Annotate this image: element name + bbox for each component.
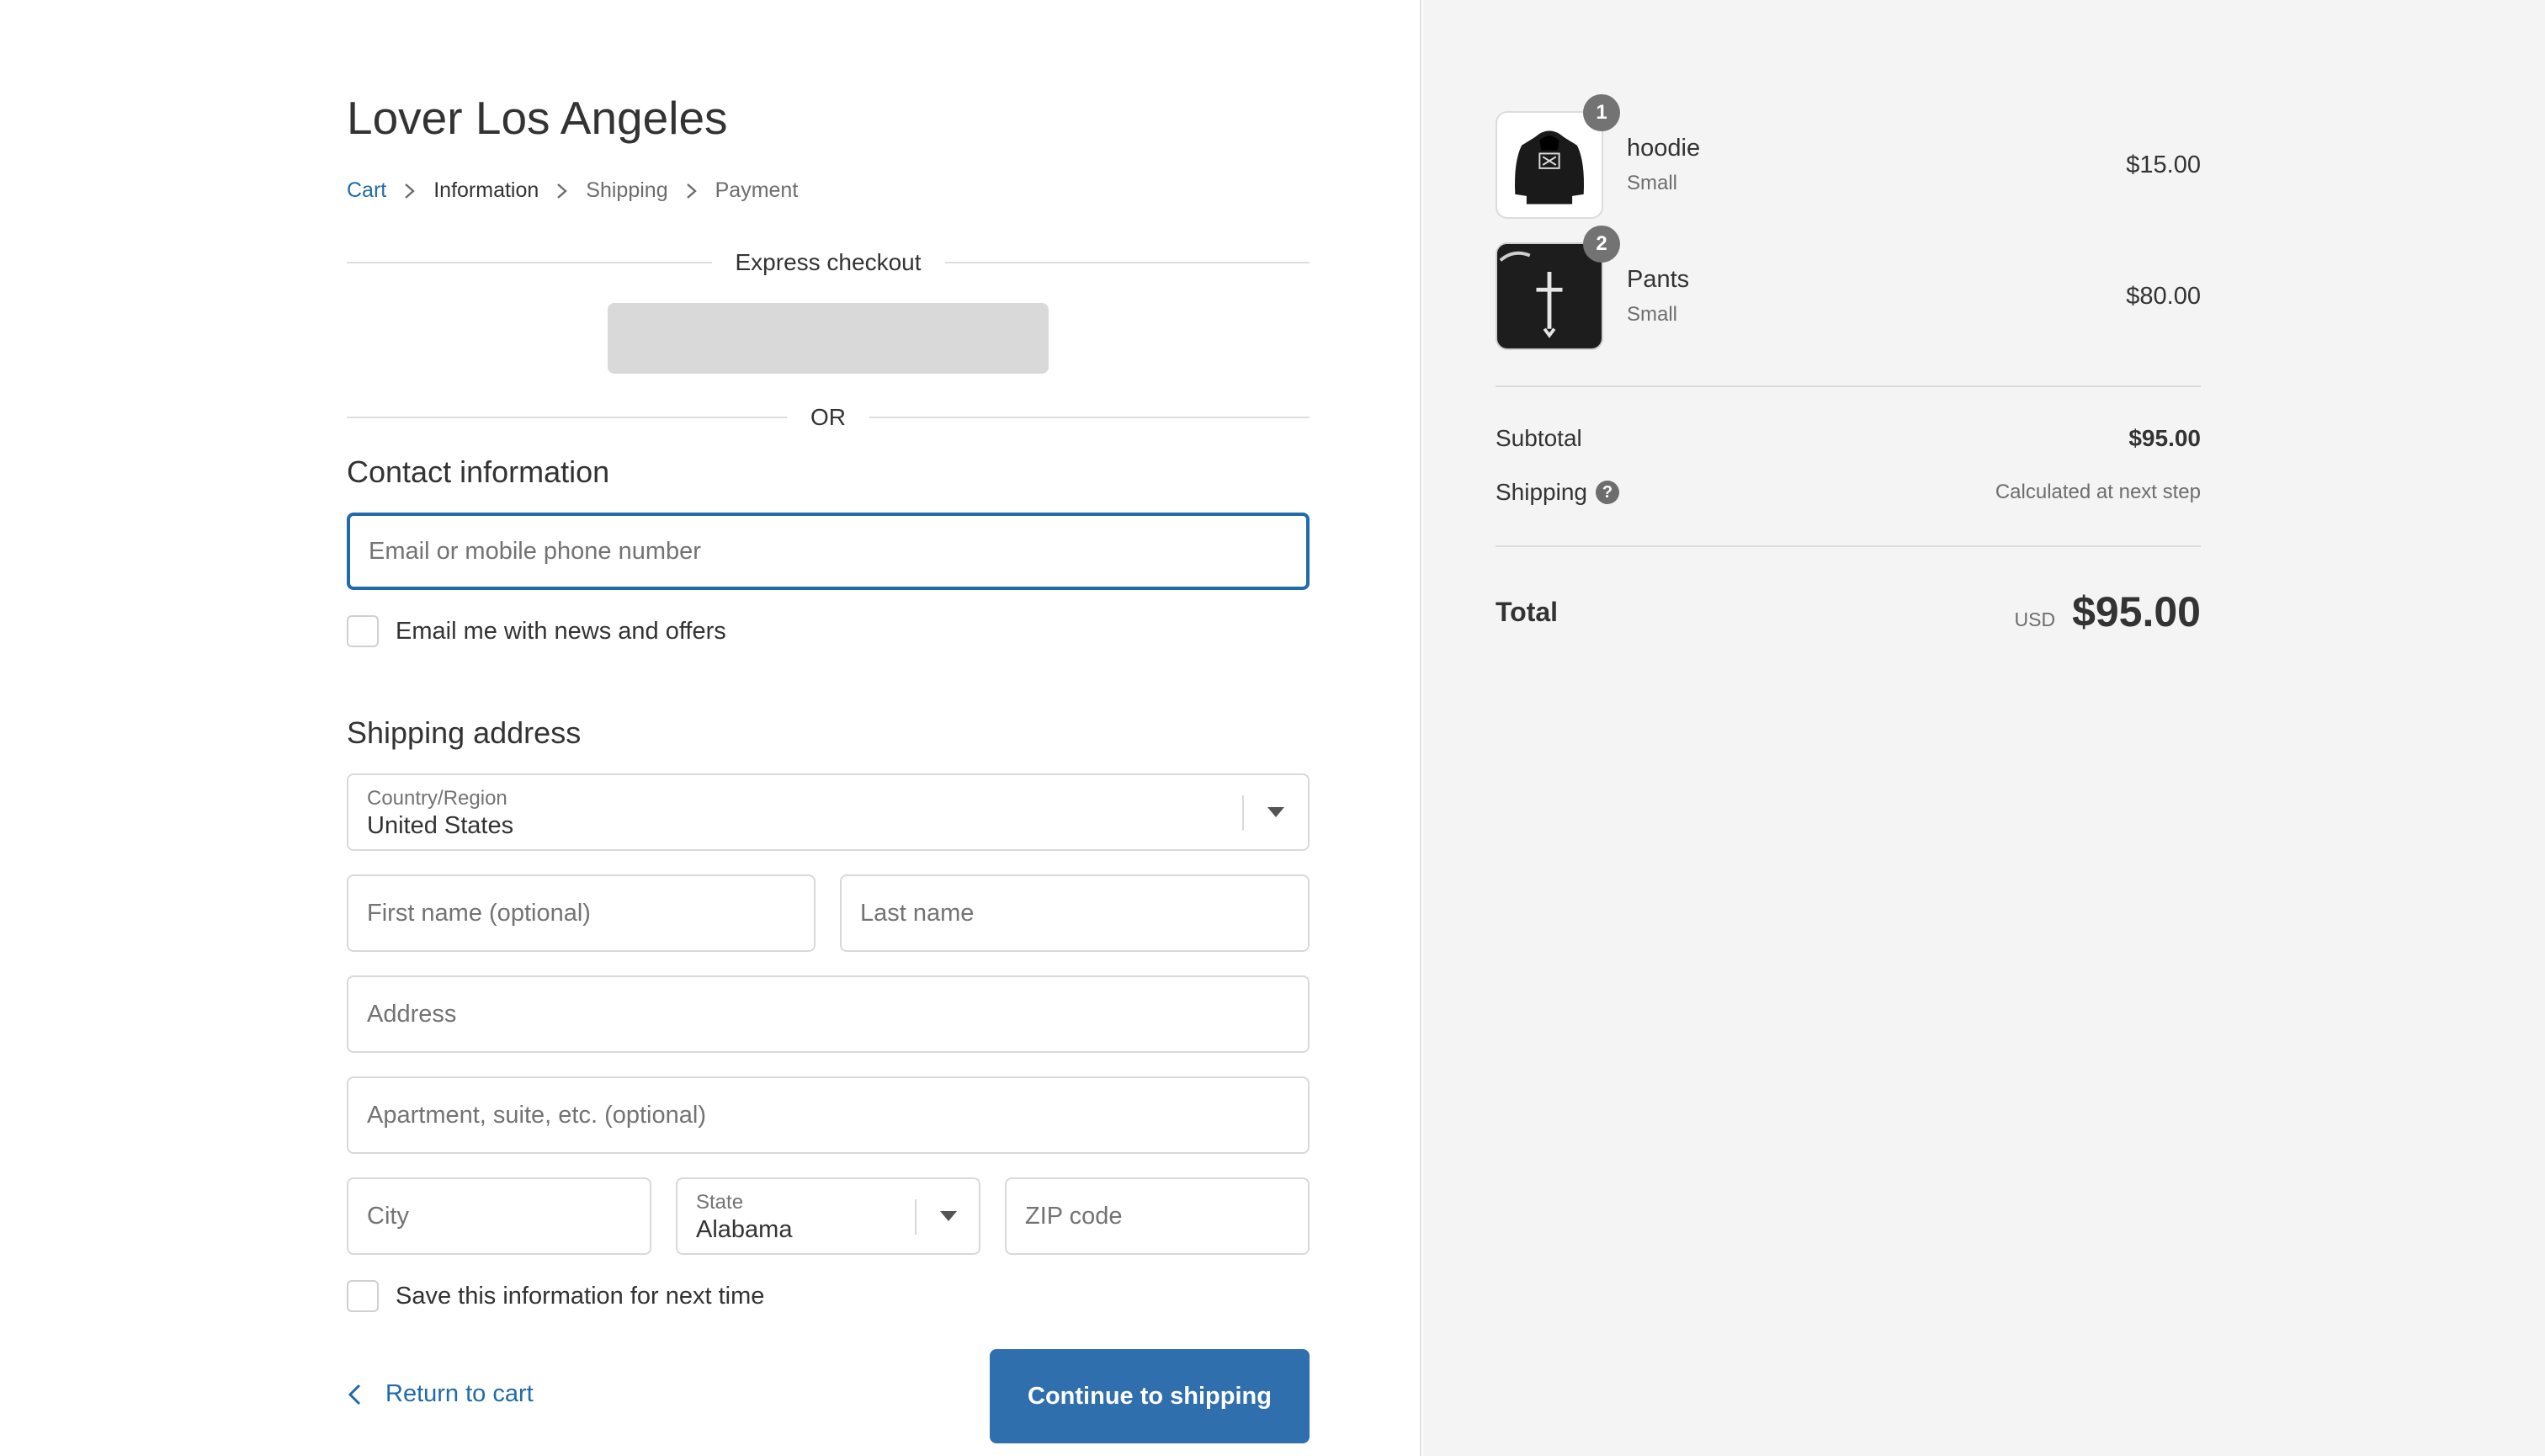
newsletter-checkbox-row[interactable]: Email me with news and offers: [347, 615, 726, 647]
shipping-label-group: Shipping ?: [1496, 479, 1619, 506]
divider-line: [869, 417, 1310, 418]
city-input[interactable]: [348, 1179, 650, 1253]
first-name-field-wrapper: [347, 874, 816, 952]
shipping-label: Shipping: [1496, 479, 1587, 505]
shipping-row: Shipping ? Calculated at next step: [1496, 479, 2201, 506]
currency-code: USD: [2014, 608, 2056, 630]
express-checkout-label: Express checkout: [735, 249, 922, 275]
email-input[interactable]: [350, 516, 1306, 587]
last-name-input[interactable]: [842, 876, 1308, 950]
chevron-down-icon: [940, 1211, 957, 1221]
save-info-checkbox[interactable]: [347, 1280, 379, 1312]
summary-divider: [1496, 545, 2201, 547]
newsletter-label: Email me with news and offers: [396, 617, 726, 645]
subtotal-value: $95.00: [2128, 425, 2201, 451]
order-summary-sidebar: 1 hoodie Small $15.00 2 Pants Small $80.…: [1423, 0, 2545, 1456]
total-amount-group: USD $95.00: [2015, 587, 2202, 636]
breadcrumb-information: Information: [433, 178, 539, 202]
subtotal-row: Subtotal $95.00: [1496, 425, 2201, 452]
express-payment-button[interactable]: [608, 303, 1049, 374]
pants-image: 2: [1496, 226, 1620, 350]
contact-information-title: Contact information: [347, 454, 610, 489]
item-price: $15.00: [2126, 151, 2201, 178]
select-separator: [1242, 795, 1244, 831]
first-name-input[interactable]: [348, 876, 814, 950]
address-input[interactable]: [348, 977, 1308, 1051]
divider-line: [347, 417, 787, 418]
apartment-field-wrapper: [347, 1076, 1310, 1154]
chevron-left-icon: [348, 1384, 361, 1405]
breadcrumb-payment: Payment: [715, 178, 799, 202]
item-variant: Small: [1627, 303, 1678, 326]
city-field-wrapper: [347, 1177, 651, 1255]
help-icon[interactable]: ?: [1595, 481, 1619, 504]
state-value: Alabama: [696, 1216, 793, 1243]
save-info-checkbox-row[interactable]: Save this information for next time: [347, 1280, 764, 1312]
save-info-label: Save this information for next time: [396, 1282, 765, 1310]
country-label: Country/Region: [367, 787, 507, 810]
line-item: 1 hoodie Small $15.00: [1496, 94, 2201, 219]
zip-field-wrapper: [1005, 1177, 1310, 1255]
or-divider: OR: [347, 404, 1310, 431]
chevron-right-icon: [539, 183, 586, 199]
shipping-address-title: Shipping address: [347, 715, 582, 750]
continue-to-shipping-button[interactable]: Continue to shipping: [990, 1349, 1310, 1443]
country-value: United States: [367, 812, 514, 839]
chevron-down-icon: [1267, 807, 1284, 817]
breadcrumb-shipping: Shipping: [586, 178, 668, 202]
address-field-wrapper: [347, 975, 1310, 1053]
country-select[interactable]: Country/Region United States: [347, 773, 1310, 851]
or-label: OR: [810, 404, 846, 430]
shipping-value: Calculated at next step: [1995, 481, 2201, 503]
total-label: Total: [1496, 596, 1559, 627]
store-title[interactable]: Lover Los Angeles: [347, 91, 728, 145]
pants-icon: [1497, 244, 1599, 346]
subtotal-label: Subtotal: [1496, 425, 1582, 451]
state-select[interactable]: State Alabama: [676, 1177, 980, 1255]
zip-input[interactable]: [1007, 1179, 1308, 1253]
total-amount: $95.00: [2072, 588, 2201, 635]
quantity-badge: 2: [1583, 226, 1620, 263]
email-field-wrapper: [347, 513, 1310, 590]
quantity-badge: 1: [1583, 94, 1620, 131]
chevron-right-icon: [386, 183, 433, 199]
divider-line: [347, 262, 712, 263]
summary-divider: [1496, 385, 2201, 387]
newsletter-checkbox[interactable]: [347, 615, 379, 647]
state-label: State: [696, 1191, 744, 1214]
line-item: 2 Pants Small $80.00: [1496, 226, 2201, 350]
return-to-cart-label: Return to cart: [385, 1380, 534, 1407]
total-row: Total USD $95.00: [1496, 587, 2201, 636]
return-to-cart-link[interactable]: Return to cart: [347, 1380, 534, 1408]
hoodie-image: 1: [1496, 94, 1620, 219]
last-name-field-wrapper: [840, 874, 1310, 952]
checkout-main: Lover Los Angeles Cart Information Shipp…: [0, 0, 1421, 1456]
express-checkout-divider: Express checkout: [347, 249, 1310, 276]
breadcrumb: Cart Information Shipping Payment: [347, 178, 798, 203]
item-name: hoodie: [1627, 135, 1701, 162]
select-separator: [915, 1199, 917, 1235]
item-price: $80.00: [2126, 283, 2201, 310]
hoodie-icon: [1514, 130, 1585, 205]
item-variant: Small: [1627, 172, 1678, 194]
item-name: Pants: [1627, 266, 1690, 293]
divider-line: [944, 262, 1310, 263]
apartment-input[interactable]: [348, 1078, 1308, 1152]
breadcrumb-cart[interactable]: Cart: [347, 178, 386, 203]
chevron-right-icon: [668, 183, 715, 199]
